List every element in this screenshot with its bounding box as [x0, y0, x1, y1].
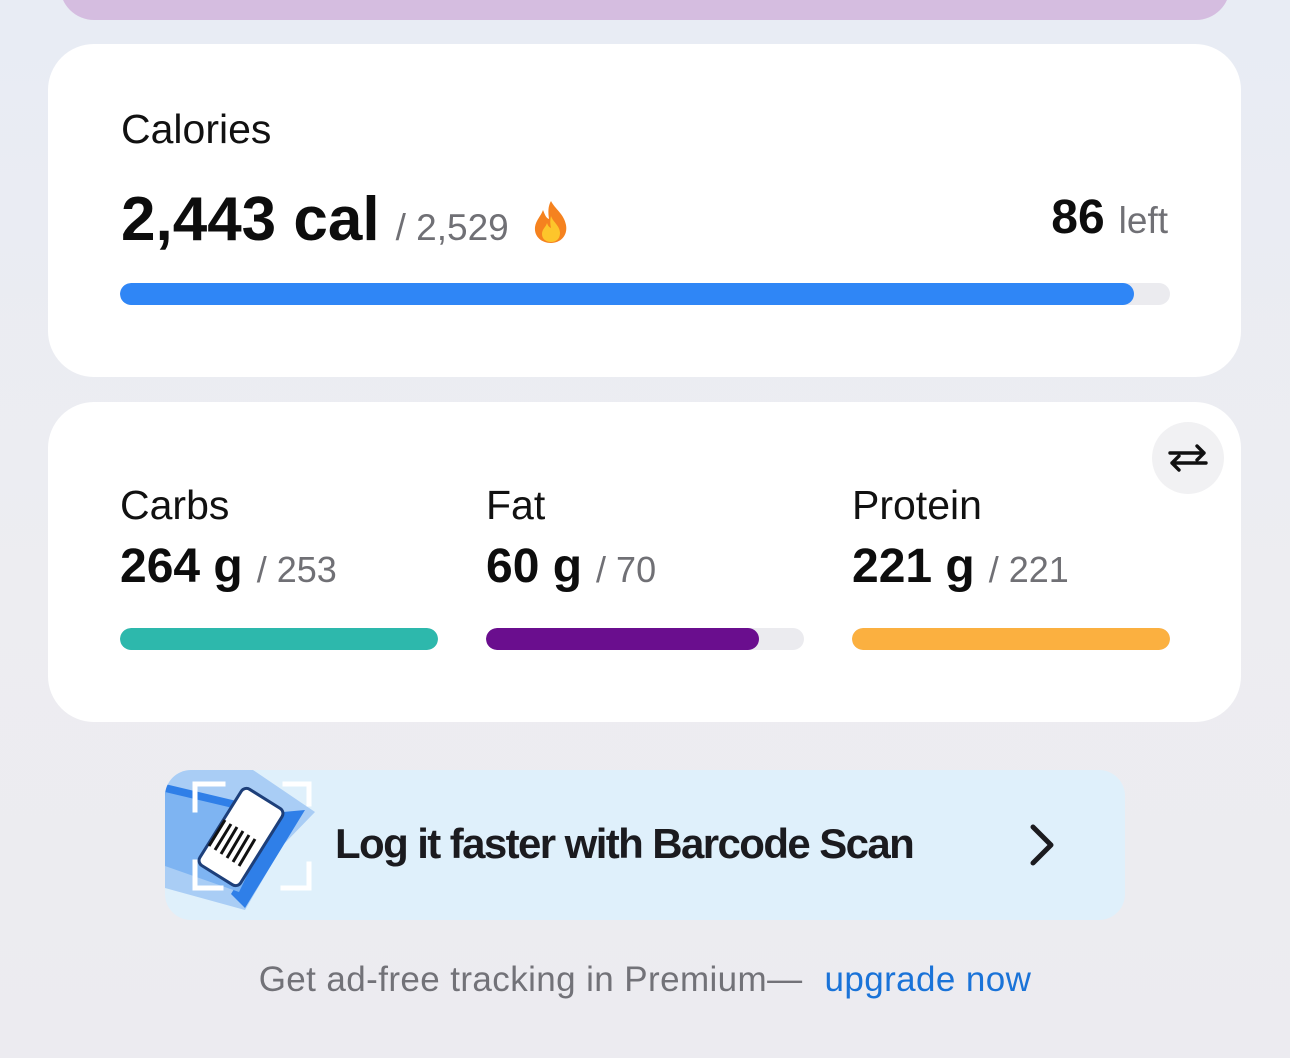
macro-fat-track	[486, 628, 804, 650]
calories-title: Calories	[121, 106, 272, 152]
macro-fat-name: Fat	[486, 482, 546, 528]
macros-card[interactable]: Carbs 264 g / 253 Fat 60 g / 70 Protein …	[48, 402, 1241, 722]
premium-upsell: Get ad-free tracking in Premium— upgrade …	[0, 960, 1290, 1000]
macro-fat-fill	[486, 628, 759, 650]
macro-protein-track	[852, 628, 1170, 650]
macro-carbs-line: 264 g / 253	[120, 539, 438, 594]
macro-carbs-goal: / 253	[256, 549, 337, 590]
macro-protein-name: Protein	[852, 482, 982, 528]
macro-protein-goal: / 221	[988, 549, 1069, 590]
macro-fat: Fat 60 g / 70	[486, 482, 804, 650]
calories-consumed: 2,443 cal	[121, 185, 380, 254]
macro-protein: Protein 221 g / 221	[852, 482, 1170, 650]
barcode-scan-icon	[165, 770, 315, 910]
calories-progress-track	[120, 283, 1170, 305]
macro-fat-value: 60 g	[486, 540, 583, 593]
macro-fat-line: 60 g / 70	[486, 539, 804, 594]
premium-upsell-text: Get ad-free tracking in Premium—	[258, 960, 803, 999]
upgrade-now-link[interactable]: upgrade now	[825, 960, 1032, 999]
macro-carbs: Carbs 264 g / 253	[120, 482, 438, 650]
calories-progress-fill	[120, 283, 1135, 305]
macro-protein-value: 221 g	[852, 540, 975, 593]
fire-icon	[531, 200, 571, 244]
calories-goal: / 2,529	[395, 207, 509, 248]
calories-card[interactable]: Calories 2,443 cal / 2,529 86 left	[48, 44, 1241, 377]
macro-carbs-track	[120, 628, 438, 650]
macro-fat-goal: / 70	[596, 549, 657, 590]
previous-card-edge	[60, 0, 1230, 20]
macro-carbs-fill	[120, 628, 438, 650]
calories-left: 86 left	[1051, 190, 1168, 245]
macro-carbs-value: 264 g	[120, 540, 243, 593]
macro-carbs-name: Carbs	[120, 482, 230, 528]
barcode-banner-text: Log it faster with Barcode Scan	[335, 820, 915, 867]
calories-summary: 2,443 cal / 2,529	[121, 184, 571, 255]
chevron-right-icon	[1030, 824, 1054, 866]
macro-protein-fill	[852, 628, 1170, 650]
calories-left-value: 86	[1051, 191, 1105, 244]
swap-arrows-icon	[1168, 444, 1208, 472]
calories-left-label: left	[1118, 200, 1168, 241]
barcode-scan-banner[interactable]: Log it faster with Barcode Scan	[165, 770, 1125, 920]
macro-protein-line: 221 g / 221	[852, 539, 1170, 594]
